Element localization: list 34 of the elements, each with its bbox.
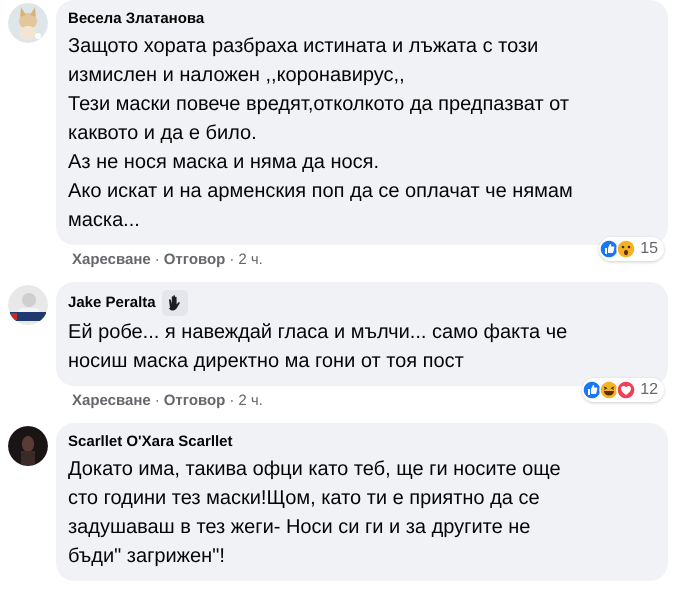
separator-dot: · [154, 251, 160, 268]
comment-text: носиш маска директно ма гони от тоя пост [68, 349, 465, 374]
separator-dot: · [154, 392, 160, 409]
comment-text: бъди" загрижен"! [68, 544, 226, 569]
surprised-face-icon [616, 239, 636, 259]
thumbs-up-icon [599, 239, 620, 259]
action-link[interactable]: Отговор [164, 251, 226, 268]
reactions-summary[interactable]: 12 [582, 378, 664, 402]
action-link[interactable]: Харесване [72, 251, 151, 268]
comment-text: маска... [68, 208, 141, 233]
thumbs-up-icon [582, 380, 602, 400]
comment-text: каквото и да е било. [68, 121, 258, 146]
separator-dot: · [229, 392, 234, 409]
action-link[interactable]: Отговор [164, 392, 226, 409]
comment-time: 2 ч. [238, 392, 263, 409]
reaction-count: 15 [640, 240, 658, 258]
reaction-count: 12 [640, 381, 658, 399]
comment-text: Докато има, такива офци като теб, ще ги носите още [68, 457, 562, 482]
author-name[interactable]: Весела Златанова [68, 8, 204, 30]
author-name[interactable]: Jake Peralta [68, 292, 156, 314]
comment-text: Тези маски повече вредят,отколкото да предпазват от [68, 92, 570, 117]
comment-time: 2 ч. [238, 251, 263, 268]
laughing-face-icon [599, 380, 620, 400]
separator-dot: · [229, 251, 234, 268]
comment-text: измислен и наложен ,,коронавирус,, [68, 63, 406, 88]
comment-text: Защото хората разбраха истината и лъжата с този [68, 34, 540, 59]
comment-text: Аз не нося маска и няма да нося. [68, 150, 380, 175]
comment-text: задушаваш в тез жеги- Носи си ги и за другите не [68, 515, 532, 540]
comment-text: Ако искат и на арменския поп да се оплачат че нямам [68, 179, 574, 204]
author-name[interactable]: Scarllet O'Xara Scarllet [68, 431, 232, 453]
reactions-summary[interactable]: 15 [599, 237, 664, 261]
action-link[interactable]: Харесване [72, 392, 151, 409]
comment-text: Ей робе... я навеждай гласа и мълчи... само факта че [68, 320, 568, 345]
comment-text: сто години тез маски!Щом, като ти е приятно да се [68, 486, 541, 511]
